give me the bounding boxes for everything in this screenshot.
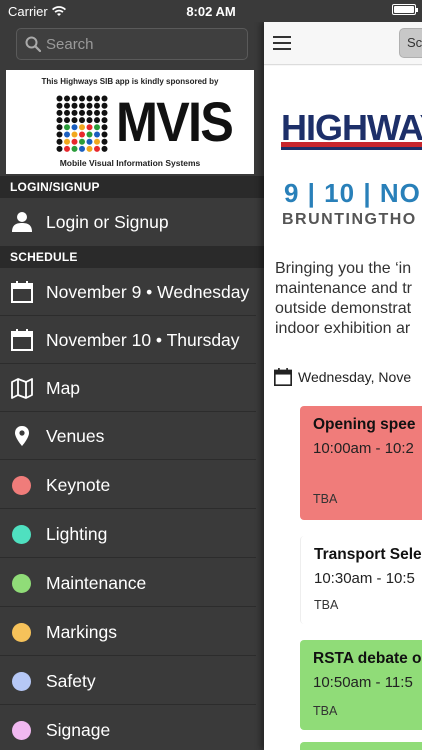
section-header-schedule: SCHEDULE bbox=[0, 246, 264, 268]
battery-icon bbox=[392, 4, 418, 15]
sidebar-item-label: Keynote bbox=[46, 474, 111, 495]
intro-line: indoor exhibition ar bbox=[275, 320, 411, 337]
divider bbox=[0, 704, 256, 705]
sidebar-item-login[interactable]: Login or Signup bbox=[0, 198, 264, 246]
schedule-button[interactable]: Sc bbox=[399, 28, 422, 58]
event-time: 10:00am - 10:2 bbox=[313, 440, 414, 457]
intro-text: Bringing you the ‘in maintenance and tr … bbox=[275, 259, 422, 339]
sidebar-item-keynote[interactable]: Keynote bbox=[0, 461, 264, 509]
sidebar-item-map[interactable]: Map bbox=[0, 364, 264, 412]
sponsor-subtext: Mobile Visual Information Systems bbox=[59, 158, 201, 168]
divider bbox=[0, 557, 256, 558]
event-card[interactable]: Opening spee 10:00am - 10:2 TBA bbox=[300, 406, 422, 520]
sidebar-item-maintenance[interactable]: Maintenance bbox=[0, 559, 264, 607]
day-label: Wednesday, Nove bbox=[298, 369, 412, 385]
intro-line: outside demonstrat bbox=[275, 300, 412, 317]
day-header: Wednesday, Nove bbox=[274, 368, 411, 386]
divider bbox=[0, 508, 256, 509]
signage-color-dot-icon bbox=[12, 721, 31, 740]
sidebar-item-label: Signage bbox=[46, 719, 111, 740]
divider bbox=[0, 655, 256, 656]
keynote-color-dot-icon bbox=[12, 476, 31, 495]
intro-line: maintenance and tr bbox=[275, 280, 412, 297]
event-title: RSTA debate o bbox=[313, 650, 422, 667]
sidebar-item-label: Venues bbox=[46, 425, 105, 446]
maintenance-color-dot-icon bbox=[12, 574, 31, 593]
search-box[interactable] bbox=[16, 28, 248, 60]
event-venue: BRUNTINGTHO bbox=[282, 211, 417, 228]
sidebar-item-day1[interactable]: November 9 • Wednesday bbox=[0, 268, 264, 316]
sidebar-item-label: November 9 • Wednesday bbox=[46, 281, 250, 302]
sponsor-banner[interactable]: This Highways SIB app is kindly sponsore… bbox=[6, 70, 254, 174]
intro-line: Bringing you the ‘in bbox=[275, 260, 412, 277]
event-location: TBA bbox=[313, 492, 338, 506]
sidebar-item-markings[interactable]: Markings bbox=[0, 608, 264, 656]
hamburger-menu-icon[interactable] bbox=[273, 36, 291, 50]
sidebar-item-label: Safety bbox=[46, 670, 96, 691]
calendar-icon bbox=[11, 329, 33, 351]
user-icon bbox=[12, 212, 32, 232]
event-dates: 9 | 10 | NO bbox=[284, 178, 421, 208]
event-card[interactable]: RSTA debate o 10:50am - 11:5 TBA bbox=[300, 640, 422, 730]
sidebar-item-signage[interactable]: Signage bbox=[0, 706, 264, 750]
section-header-login: LOGIN/SIGNUP bbox=[0, 176, 264, 198]
sidebar-item-day2[interactable]: November 10 • Thursday bbox=[0, 316, 264, 364]
event-time: 10:30am - 10:5 bbox=[314, 570, 415, 587]
sidebar-item-lighting[interactable]: Lighting bbox=[0, 510, 264, 558]
lighting-color-dot-icon bbox=[12, 525, 31, 544]
sidebar-item-label: November 10 • Thursday bbox=[46, 329, 240, 350]
calendar-icon bbox=[11, 281, 33, 303]
mvis-logo: MVIS bbox=[116, 90, 234, 153]
sidebar-item-label: Lighting bbox=[46, 523, 108, 544]
sidebar-item-label: Maintenance bbox=[46, 572, 147, 593]
sidebar-item-label: Map bbox=[46, 377, 81, 398]
banner-stripe-secondary bbox=[281, 147, 422, 150]
event-title: Transport Sele bbox=[314, 546, 422, 563]
event-card[interactable]: Transport Sele 10:30am - 10:5 TBA bbox=[300, 536, 422, 624]
status-bar: Carrier 8:02 AM bbox=[0, 0, 422, 22]
content-area: HIGHWAYS 9 | 10 | NO BRUNTINGTHO Bringin… bbox=[264, 66, 422, 750]
divider bbox=[0, 459, 256, 460]
main-toolbar: Sc bbox=[264, 22, 422, 65]
event-title: Opening spee bbox=[313, 416, 416, 433]
location-pin-icon bbox=[15, 426, 29, 446]
event-time: 10:50am - 11:5 bbox=[313, 674, 413, 691]
markings-color-dot-icon bbox=[12, 623, 31, 642]
event-location: TBA bbox=[314, 598, 339, 612]
calendar-icon bbox=[274, 368, 292, 386]
sidebar-item-safety[interactable]: Safety bbox=[0, 657, 264, 705]
event-location: TBA bbox=[313, 704, 338, 718]
status-right bbox=[392, 4, 418, 15]
sidebar: This Highways SIB app is kindly sponsore… bbox=[0, 22, 264, 750]
search-input[interactable] bbox=[46, 35, 236, 53]
status-time: 8:02 AM bbox=[186, 4, 236, 19]
safety-color-dot-icon bbox=[12, 672, 31, 691]
main-panel: Sc HIGHWAYS 9 | 10 | NO BRUNTINGTHO Brin… bbox=[264, 22, 422, 750]
mvis-dot-logo-icon bbox=[56, 95, 108, 152]
highways-banner-logo: HIGHWAYS bbox=[281, 106, 422, 166]
sidebar-item-label: Markings bbox=[46, 621, 117, 642]
search-icon bbox=[25, 36, 41, 52]
event-card[interactable] bbox=[300, 742, 422, 750]
sponsor-text: This Highways SIB app is kindly sponsore… bbox=[41, 77, 219, 86]
sidebar-item-venues[interactable]: Venues bbox=[0, 412, 264, 460]
map-icon bbox=[11, 378, 33, 399]
divider bbox=[0, 606, 256, 607]
sidebar-item-label: Login or Signup bbox=[46, 211, 169, 232]
